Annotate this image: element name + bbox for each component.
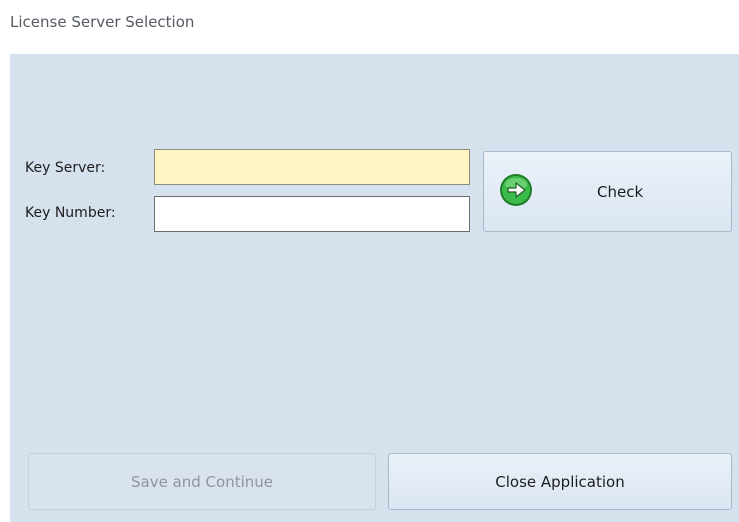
arrow-right-icon: [500, 174, 532, 206]
key-server-label: Key Server:: [25, 160, 106, 176]
dialog-title: License Server Selection: [10, 13, 195, 31]
key-server-input[interactable]: [154, 149, 470, 185]
close-application-button[interactable]: Close Application: [388, 453, 732, 510]
content-panel: [10, 54, 739, 522]
check-button-label: Check: [597, 183, 644, 201]
license-server-dialog: License Server Selection Key Server: Key…: [0, 0, 739, 522]
save-and-continue-button[interactable]: Save and Continue: [28, 453, 376, 510]
check-button[interactable]: Check: [483, 151, 732, 232]
key-number-input[interactable]: [154, 196, 470, 232]
close-application-label: Close Application: [495, 472, 625, 491]
key-number-label: Key Number:: [25, 205, 116, 221]
save-and-continue-label: Save and Continue: [130, 472, 274, 491]
